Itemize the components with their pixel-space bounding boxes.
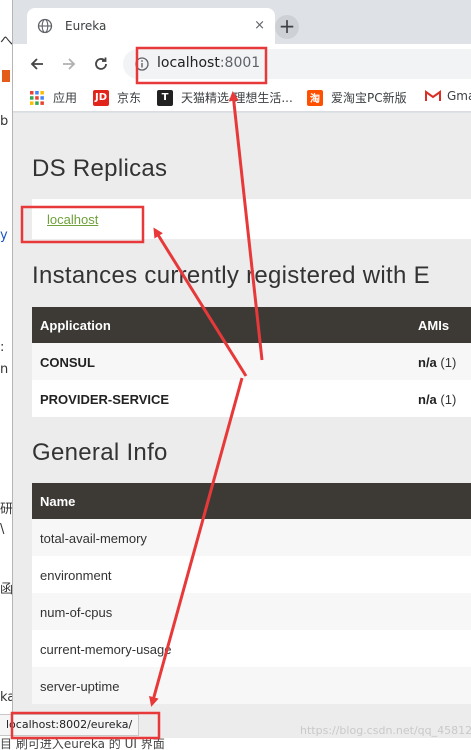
table-row: environment [32, 556, 471, 593]
bookmark-label: 天猫精选-理想生活... [181, 91, 293, 105]
table-row: num-of-cpus [32, 593, 471, 630]
bookmark-label: 爱淘宝PC新版 [331, 91, 407, 105]
info-name: total-avail-memory [40, 531, 147, 546]
instance-amis: n/a (1) [418, 355, 456, 370]
info-icon[interactable] [135, 57, 149, 71]
table-row: current-memory-usage [32, 630, 471, 667]
table-row: CONSUL n/a (1) [32, 343, 471, 380]
bookmark-label: 应用 [53, 91, 78, 105]
column-application: Application [40, 318, 111, 333]
url-host: localhost [157, 55, 220, 71]
table-row: server-uptime [32, 667, 471, 704]
arrow-right-icon [63, 58, 76, 70]
url-port: :8001 [219, 55, 261, 71]
reload-button[interactable] [89, 52, 113, 76]
bookmark-taobao[interactable]: 淘 爱淘宝PC新版 [307, 89, 407, 106]
forward-button[interactable] [57, 52, 81, 76]
general-info-title: General Info [32, 439, 168, 466]
tab-eureka[interactable]: Eureka × [27, 8, 275, 44]
tmall-icon: T [157, 89, 173, 106]
globe-icon [37, 18, 53, 34]
jd-icon: JD [93, 89, 109, 106]
amis-count: (1) [440, 392, 457, 407]
ds-replicas-list: localhost [32, 199, 471, 239]
tab-title: Eureka [65, 19, 107, 33]
bookmark-gmail[interactable]: Gma [425, 89, 471, 103]
bookmark-label: Gma [447, 89, 471, 103]
address-bar[interactable]: localhost:8001 [123, 49, 471, 79]
taobao-icon: 淘 [307, 89, 323, 106]
ds-replicas-title: DS Replicas [32, 155, 168, 182]
gmail-icon [425, 90, 441, 101]
general-info-table: Name total-avail-memory environment num-… [32, 483, 471, 704]
close-tab-icon[interactable]: × [254, 18, 265, 34]
status-url-preview: localhost:8002/eureka/ [0, 714, 140, 736]
amis-count: (1) [440, 355, 457, 370]
bookmark-tmall[interactable]: T 天猫精选-理想生活... [157, 89, 293, 106]
bookmark-jd[interactable]: JD 京东 [93, 89, 141, 106]
general-info-header: Name [32, 483, 471, 519]
info-name: server-uptime [40, 679, 120, 694]
back-button[interactable] [25, 52, 49, 76]
bookmark-label: 京东 [117, 91, 142, 105]
amis-value: n/a [418, 392, 437, 407]
instance-application: PROVIDER-SERVICE [40, 392, 170, 407]
table-row: PROVIDER-SERVICE n/a (1) [32, 380, 471, 417]
bookmark-apps[interactable]: 应用 [29, 89, 77, 106]
info-name: environment [40, 568, 112, 583]
info-name: current-memory-usage [40, 642, 172, 657]
browser-toolbar: localhost:8001 [13, 44, 471, 84]
browser-window: Eureka × + localhost:8001 应用 JD 京东 T 天猫精… [12, 0, 471, 750]
apps-grid-icon [30, 90, 44, 105]
page-viewport[interactable]: DS Replicas localhost Instances currentl… [13, 113, 471, 750]
column-amis: AMIs [418, 318, 450, 333]
new-tab-button[interactable]: + [275, 15, 299, 39]
info-name: num-of-cpus [40, 605, 113, 620]
instance-application: CONSUL [40, 355, 95, 370]
background-window-text: 目 刷可进入eureka 的 UI 界面 [0, 738, 471, 750]
background-window-edge: へ b y : n 研 \ 函 ka [0, 0, 12, 750]
instances-title: Instances currently registered with E [32, 262, 430, 289]
column-name: Name [40, 494, 76, 509]
tab-strip: Eureka × + [13, 0, 471, 44]
arrow-left-icon [30, 58, 43, 70]
table-row: total-avail-memory [32, 519, 471, 556]
instances-table-header: Application AMIs [32, 307, 471, 343]
amis-value: n/a [418, 355, 437, 370]
reload-icon [95, 57, 107, 70]
address-url[interactable]: localhost:8001 [157, 55, 260, 71]
replica-link-localhost[interactable]: localhost [47, 212, 98, 227]
instances-table: Application AMIs CONSUL n/a (1) PROVIDER… [32, 307, 471, 417]
watermark: https://blog.csdn.net/qq_45812181 [300, 724, 471, 737]
instance-amis: n/a (1) [418, 392, 456, 407]
bookmarks-bar: 应用 JD 京东 T 天猫精选-理想生活... 淘 爱淘宝PC新版 Gma [13, 84, 471, 112]
